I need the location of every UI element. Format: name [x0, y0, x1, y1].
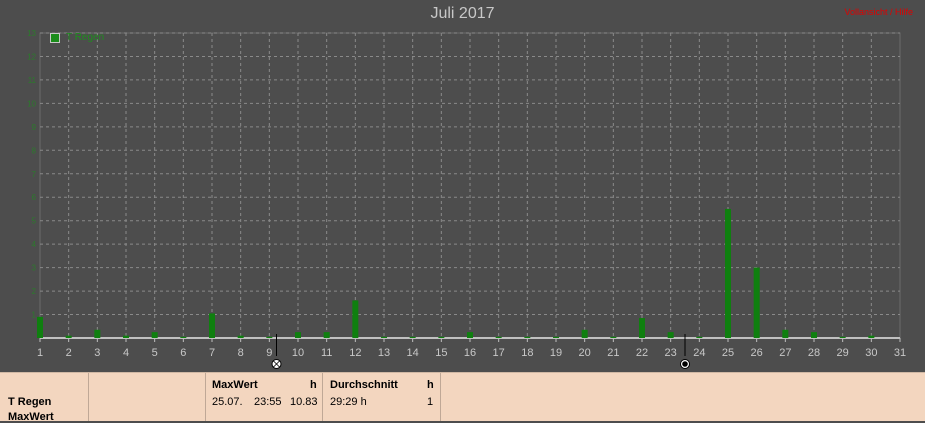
bar [811, 332, 817, 338]
legend-swatch[interactable] [50, 32, 60, 43]
fullview-link[interactable]: Vollansicht / Hilfe [844, 7, 913, 17]
bar [725, 208, 731, 338]
x-tick-label: 13 [378, 347, 390, 359]
footer-max-header: MaxWert [212, 379, 258, 391]
y-tick-label: 11 [28, 76, 37, 85]
legend-label: T Regen [66, 32, 105, 43]
footer-avg-count: 1 [427, 396, 434, 408]
footer-maxwert-label: MaxWert [8, 411, 54, 423]
new-moon-icon-core [682, 361, 688, 367]
x-tick-label: 1 [37, 347, 43, 359]
bar [438, 336, 445, 338]
bar [323, 332, 330, 338]
stats-footer: T Regen MaxWert MaxWert h 25.07. 23:55 1… [0, 372, 925, 423]
bar [295, 332, 301, 338]
x-tick-label: 31 [894, 347, 906, 359]
bar [151, 332, 158, 338]
bar [409, 336, 416, 338]
bar [696, 336, 703, 338]
x-tick-label: 18 [521, 347, 533, 359]
bar [868, 335, 875, 338]
x-tick-label: 16 [464, 347, 476, 359]
bar [94, 329, 101, 338]
y-tick-label: 8 [32, 146, 37, 155]
bar [123, 335, 129, 338]
x-tick-label: 19 [550, 347, 562, 359]
x-tick-label: 8 [238, 347, 244, 359]
x-tick-label: 24 [693, 347, 705, 359]
bar [524, 336, 531, 338]
x-tick-label: 21 [607, 347, 619, 359]
bar [209, 313, 215, 338]
footer-max-time: 23:55 [254, 396, 282, 408]
footer-series-label: T Regen [8, 396, 52, 408]
bar [266, 336, 273, 338]
x-tick-label: 20 [579, 347, 591, 359]
x-tick-label: 9 [266, 347, 272, 359]
bar [237, 335, 244, 338]
footer-max-cell: MaxWert h 25.07. 23:55 10.83 [206, 373, 323, 421]
bar [65, 335, 72, 338]
x-tick-label: 28 [808, 347, 820, 359]
x-tick-label: 4 [123, 347, 129, 359]
bar [553, 336, 559, 338]
bar [782, 329, 789, 338]
bar [180, 336, 187, 338]
bar [581, 329, 588, 338]
footer-max-value: 10.83 [290, 396, 318, 408]
legend: T Regen [50, 32, 104, 43]
bar [352, 300, 359, 338]
x-tick-label: 30 [865, 347, 877, 359]
y-tick-label: 2 [32, 287, 37, 296]
y-tick-label: 4 [32, 240, 37, 249]
x-tick-label: 17 [493, 347, 505, 359]
y-tick-label: 5 [32, 217, 37, 226]
x-tick-label: 11 [321, 347, 332, 359]
y-tick-label: 12 [27, 52, 36, 61]
plot-svg: 123456789101112131 2 3 4 5 6 7 8 9 10 11 12 13 14 15 16… [27, 29, 906, 369]
y-tick-label: 7 [32, 170, 37, 179]
x-tick-label: 12 [349, 347, 361, 359]
footer-avg-unit: h [427, 379, 434, 391]
bar [495, 336, 502, 338]
page-title: Juli 2017 [430, 5, 495, 22]
x-tick-label: 2 [66, 347, 72, 359]
bar [667, 332, 674, 338]
footer-avg-header: Durchschnitt [330, 379, 398, 391]
footer-series-cell: T Regen MaxWert [0, 373, 89, 423]
y-tick-label: 9 [32, 123, 37, 132]
x-tick-label: 10 [292, 347, 304, 359]
y-tick-label: 6 [32, 193, 37, 202]
footer-avg-value: 29:29 h [330, 396, 367, 408]
bar [381, 336, 387, 338]
y-tick-label: 13 [27, 29, 36, 38]
x-tick-label: 7 [209, 347, 215, 359]
x-tick-label: 6 [180, 347, 186, 359]
chart-area: 1 2 3 4 5 6 7 8 9 10 11 12 13 1 2 3 4 5 6 7 8 9 10 11 12 13 14 15 16… [0, 0, 925, 372]
bar [610, 336, 617, 338]
bar [839, 336, 846, 338]
footer-max-date: 25.07. [212, 396, 243, 408]
y-tick-label: 3 [32, 264, 37, 273]
x-tick-label: 14 [407, 347, 419, 359]
bar [37, 316, 43, 338]
bar [467, 332, 473, 338]
x-tick-label: 3 [94, 347, 100, 359]
x-tick-label: 25 [722, 347, 734, 359]
x-tick-label: 26 [751, 347, 763, 359]
x-tick-label: 27 [779, 347, 791, 359]
footer-avg-cell: Durchschnitt h 29:29 h 1 [323, 373, 441, 421]
x-tick-label: 5 [152, 347, 158, 359]
x-tick-label: 29 [837, 347, 849, 359]
x-tick-label: 15 [435, 347, 447, 359]
x-tick-label: 23 [665, 347, 677, 359]
y-tick-label: 1 [32, 311, 37, 320]
bar [753, 267, 760, 338]
footer-spacer-cell [89, 373, 206, 421]
bar [639, 318, 645, 338]
x-tick-label: 22 [636, 347, 648, 359]
y-tick-label: 10 [27, 99, 36, 108]
footer-max-unit: h [310, 379, 317, 391]
